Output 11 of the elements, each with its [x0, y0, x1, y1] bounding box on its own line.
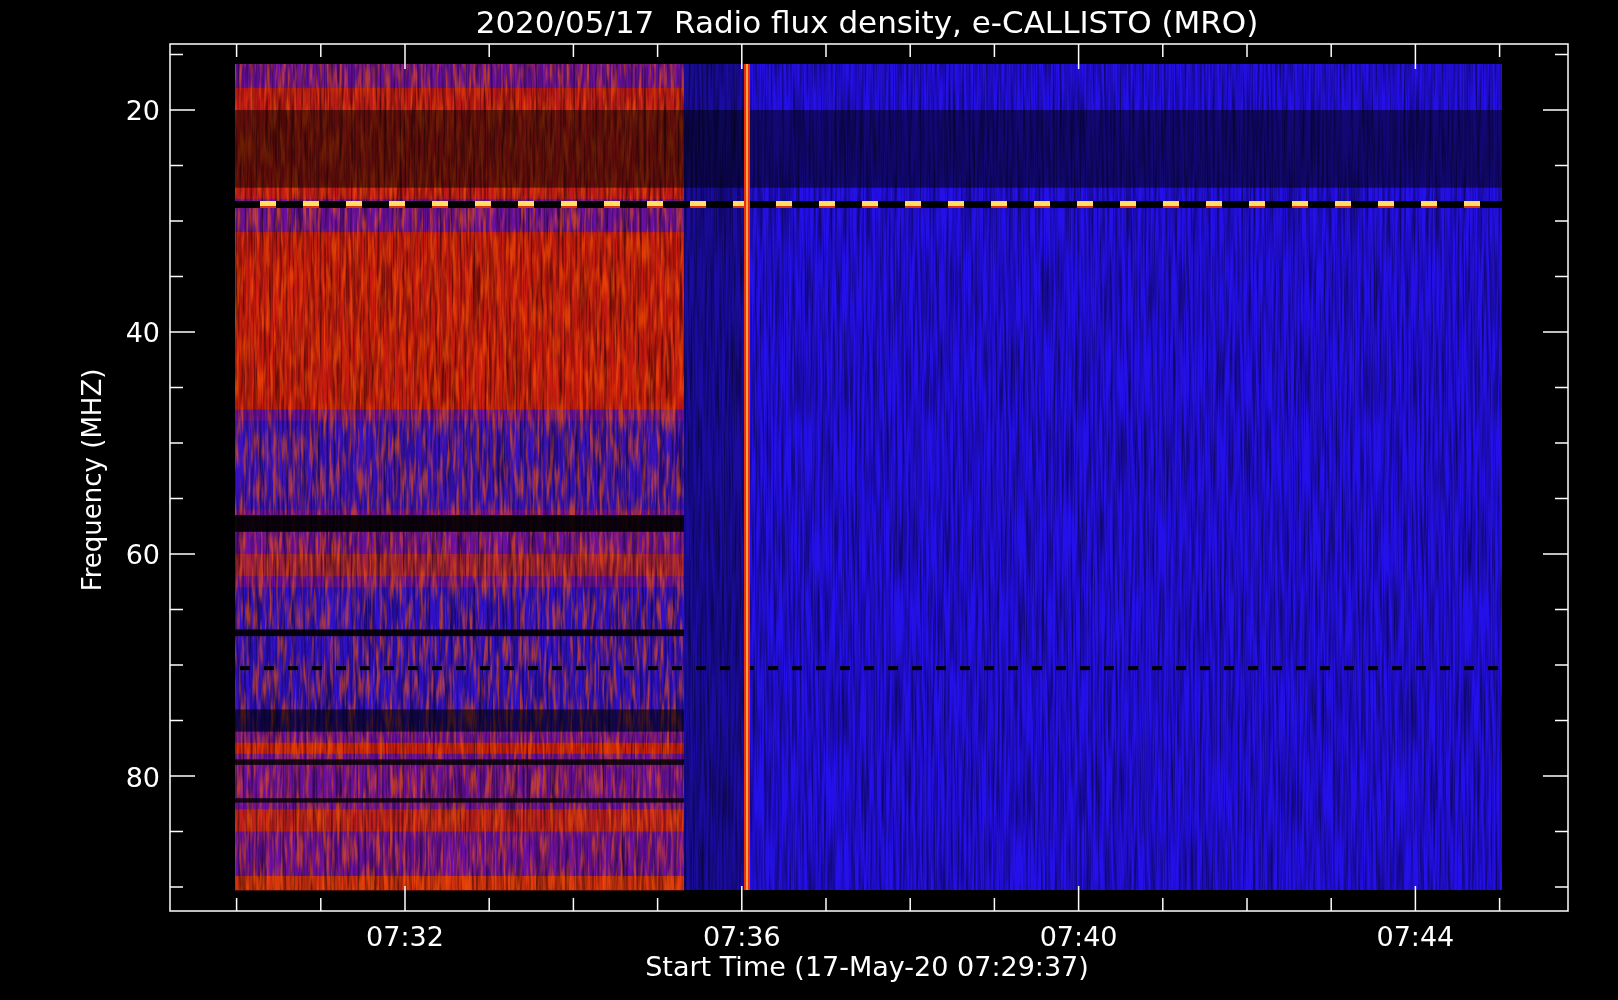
x-tick-label: 07:32 — [366, 921, 444, 952]
x-tick-label: 07:40 — [1039, 921, 1118, 952]
x-tick-label: 07:44 — [1376, 921, 1455, 952]
x-axis-title: Start Time (17-May-20 07:29:37) — [645, 951, 1089, 982]
y-tick-label: 80 — [125, 761, 160, 793]
y-axis-title: Frequency (MHZ) — [77, 368, 107, 592]
y-tick-label: 40 — [125, 317, 160, 349]
plot-title: 2020/05/17 Radio flux density, e-CALLISTO (MRO) — [475, 4, 1259, 40]
x-tick-label: 07:36 — [702, 921, 781, 952]
y-tick-label: 20 — [125, 95, 160, 126]
y-tick-label: 60 — [125, 539, 160, 571]
